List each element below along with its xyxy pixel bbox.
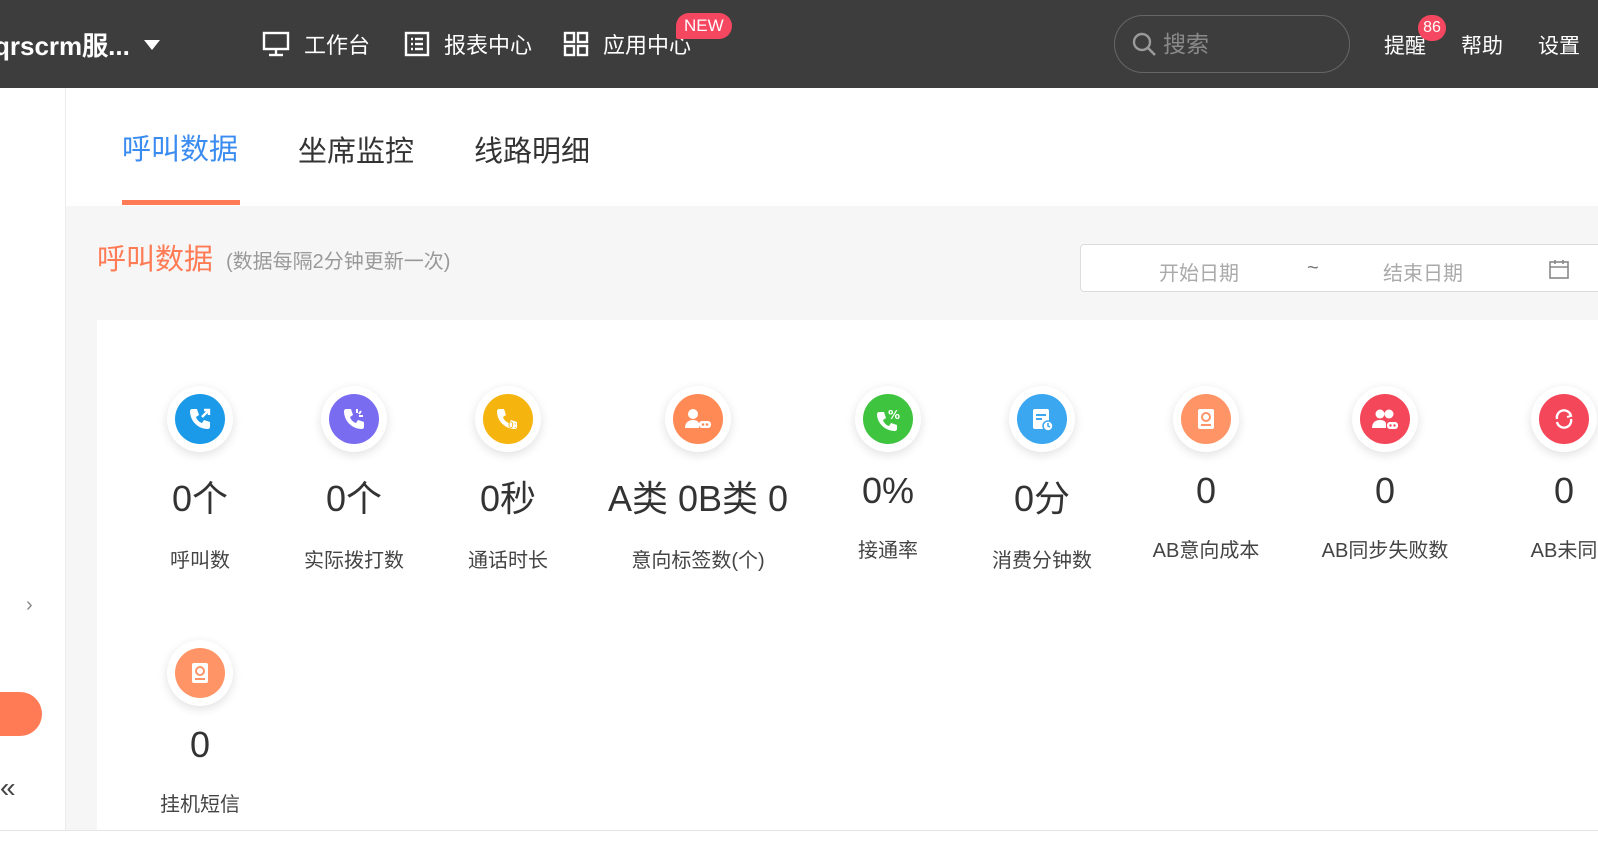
org-name: qrscrm服... (0, 31, 130, 61)
outgoing-call-icon (175, 394, 225, 444)
nav-report-center[interactable]: 报表中心 (404, 28, 532, 60)
nav-workbench-label: 工作台 (304, 33, 371, 58)
sync-fail-icon (1360, 394, 1410, 444)
report-icon (404, 31, 430, 57)
calendar-icon[interactable] (1549, 259, 1569, 279)
search-input[interactable] (1163, 30, 1333, 58)
stat-intent-tags: A类 0B类 0 意向标签数(个) (598, 386, 798, 573)
settings-link[interactable]: 设置 (1538, 30, 1580, 60)
sidebar-expand-icon[interactable]: › (26, 594, 33, 617)
stat-value: 0 (1553, 470, 1575, 511)
nav-workbench[interactable]: 工作台 (262, 28, 370, 60)
reminder-label: 提醒 (1384, 35, 1426, 58)
stat-ab-intent-cost: 0 AB意向成本 (1106, 386, 1306, 563)
stat-value: 0 (1374, 470, 1396, 511)
unsync-icon (1539, 394, 1589, 444)
help-label: 帮助 (1461, 35, 1503, 58)
sidebar (0, 88, 66, 852)
stat-label: AB未同 (1530, 540, 1598, 562)
stat-value: 0 (1195, 470, 1217, 511)
stat-label: 通话时长 (468, 550, 548, 572)
org-switcher[interactable]: qrscrm服... (0, 26, 160, 63)
svg-text:%: % (888, 408, 900, 422)
bottom-divider (0, 830, 1598, 852)
stat-label: 挂机短信 (160, 794, 240, 816)
connect-rate-icon: % (863, 394, 913, 444)
stat-call-duration: 0:00 0秒 通话时长 (408, 386, 608, 573)
stat-hangup-sms: 0 挂机短信 (100, 640, 300, 817)
sidebar-collapse-icon[interactable]: « (0, 772, 16, 804)
hangup-sms-icon (175, 648, 225, 698)
active-tab-indicator (122, 200, 240, 205)
stat-value: 0秒 (479, 478, 537, 519)
tab-call-data[interactable]: 呼叫数据 (122, 126, 238, 168)
search-box[interactable] (1114, 15, 1350, 73)
date-separator: ~ (1307, 257, 1319, 279)
stat-value: A类 0B类 0 (607, 478, 789, 519)
svg-text:0:00: 0:00 (508, 421, 524, 431)
nav-report-center-label: 报表中心 (444, 33, 533, 58)
apps-grid-icon (563, 31, 589, 57)
stat-label: AB意向成本 (1152, 540, 1260, 562)
stat-label: AB同步失败数 (1321, 540, 1449, 562)
end-date-input[interactable]: 结束日期 (1383, 257, 1463, 286)
dial-call-icon (329, 394, 379, 444)
help-link[interactable]: 帮助 (1461, 30, 1503, 60)
stat-value: 0 (189, 724, 211, 765)
ab-cost-icon (1181, 394, 1231, 444)
section-title: 呼叫数据 (97, 244, 214, 276)
nav-app-center[interactable]: 应用中心 (563, 28, 691, 60)
stat-ab-sync-failed: 0 AB同步失败数 (1285, 386, 1485, 563)
monitor-icon (262, 31, 290, 57)
tab-bar (66, 88, 1598, 206)
user-tag-icon (673, 394, 723, 444)
reminder-count-badge: 86 (1418, 15, 1446, 41)
caret-down-icon (143, 39, 160, 50)
stat-label: 意向标签数(个) (631, 550, 765, 572)
tab-line-details[interactable]: 线路明细 (474, 128, 590, 170)
new-badge: NEW (676, 13, 732, 39)
date-range-picker[interactable]: 开始日期 ~ 结束日期 (1080, 244, 1598, 292)
bill-minutes-icon (1017, 394, 1067, 444)
sidebar-orange-button[interactable] (0, 692, 42, 736)
call-duration-icon: 0:00 (483, 394, 533, 444)
top-navigation-bar: qrscrm服... 工作台 报表中心 应用中心 NEW 搜索 提醒 86 帮助… (0, 0, 1598, 88)
settings-label: 设置 (1538, 35, 1580, 58)
tab-agent-monitor[interactable]: 坐席监控 (298, 128, 414, 170)
stat-ab-unsynced: 0 AB未同 (1464, 386, 1598, 563)
section-note: (数据每隔2分钟更新一次) (226, 251, 451, 273)
start-date-input[interactable]: 开始日期 (1159, 257, 1239, 286)
search-icon (1132, 32, 1156, 56)
